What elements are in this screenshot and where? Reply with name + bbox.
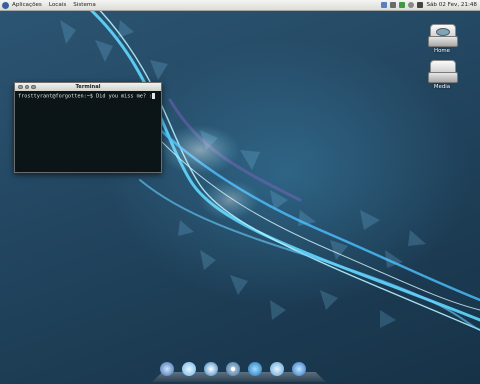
globe-icon[interactable] [292, 362, 306, 376]
media-label: Media [433, 84, 451, 90]
drive-icon [428, 60, 458, 83]
text-cursor [152, 93, 156, 99]
menu-system[interactable]: Sistema [73, 2, 96, 8]
update-icon[interactable] [381, 2, 388, 8]
pidgin-icon[interactable] [399, 2, 406, 8]
wallpaper-graphic [60, 0, 480, 331]
menu-applications[interactable]: Aplicações [12, 2, 42, 8]
top-panel: Aplicações Locais Sistema Sáb 02 Fev, 21… [0, 0, 480, 11]
mail-icon[interactable] [408, 2, 415, 8]
close-icon[interactable] [18, 84, 23, 89]
terminal-titlebar[interactable]: Terminal [15, 83, 161, 91]
feather-icon[interactable] [270, 362, 284, 376]
disc-icon[interactable] [226, 362, 240, 376]
desktop: Aplicações Locais Sistema Sáb 02 Fev, 21… [0, 0, 480, 384]
window-buttons [18, 84, 36, 89]
home-icon[interactable]: Home [424, 24, 460, 54]
home-label: Home [434, 48, 450, 54]
dock [152, 362, 326, 382]
minimize-icon[interactable] [24, 84, 29, 89]
media-icon[interactable]: Media [424, 60, 460, 90]
panel-menu: Aplicações Locais Sistema [2, 1, 103, 9]
gnome-foot-icon[interactable] [2, 1, 9, 9]
clock[interactable]: Sáb 02 Fev, 21:48 [426, 2, 477, 8]
network-icon[interactable] [204, 362, 218, 376]
chat-icon[interactable] [182, 362, 196, 376]
menu-places[interactable]: Locais [49, 2, 66, 8]
bird-icon[interactable] [248, 362, 262, 376]
finder-icon[interactable] [160, 362, 174, 376]
terminal-prompt: frosttyrant@forgotten:~$ Did you miss me… [18, 93, 153, 100]
terminal-body[interactable]: frosttyrant@forgotten:~$ Did you miss me… [15, 91, 161, 102]
volume-icon[interactable] [417, 2, 424, 8]
network-icon[interactable] [390, 2, 397, 8]
terminal-window[interactable]: Terminal frosttyrant@forgotten:~$ Did yo… [14, 82, 162, 173]
terminal-title: Terminal [75, 84, 101, 90]
maximize-icon[interactable] [31, 84, 36, 89]
system-tray: Sáb 02 Fev, 21:48 [381, 2, 477, 8]
drive-icon [428, 24, 458, 47]
